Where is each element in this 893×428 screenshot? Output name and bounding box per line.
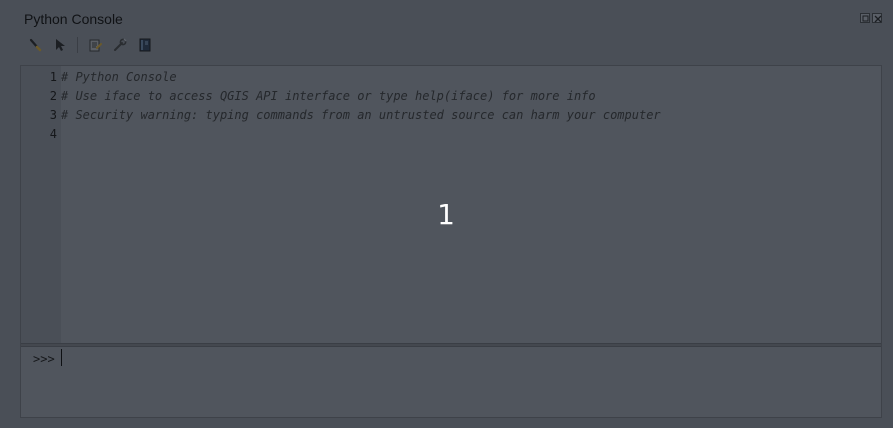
code-line: # Use iface to access QGIS API interface… bbox=[61, 89, 596, 103]
line-number: 1 bbox=[49, 70, 57, 84]
line-number: 3 bbox=[49, 108, 57, 122]
run-command-icon[interactable] bbox=[49, 35, 71, 55]
toolbar-separator bbox=[77, 37, 78, 53]
help-icon[interactable] bbox=[134, 35, 156, 55]
console-toolbar bbox=[24, 34, 159, 56]
float-icon[interactable] bbox=[860, 13, 870, 23]
close-icon[interactable] bbox=[872, 13, 882, 23]
title-bar: Python Console bbox=[0, 0, 893, 32]
line-number: 2 bbox=[49, 89, 57, 103]
code-line: # Python Console bbox=[61, 70, 177, 84]
text-cursor bbox=[61, 349, 62, 366]
input-prompt: >>> bbox=[33, 352, 55, 366]
show-editor-icon[interactable] bbox=[84, 35, 106, 55]
step-number-overlay: 1 bbox=[437, 198, 455, 231]
options-icon[interactable] bbox=[109, 35, 131, 55]
command-input[interactable]: >>> bbox=[21, 347, 881, 417]
clear-console-icon[interactable] bbox=[24, 35, 46, 55]
title-buttons bbox=[860, 13, 882, 23]
line-number: 4 bbox=[49, 127, 57, 141]
python-console-panel: Python Console 1 # Python Console 2 # Us… bbox=[0, 0, 893, 428]
panel-title: Python Console bbox=[24, 11, 123, 27]
code-line: # Security warning: typing commands from… bbox=[61, 108, 661, 122]
